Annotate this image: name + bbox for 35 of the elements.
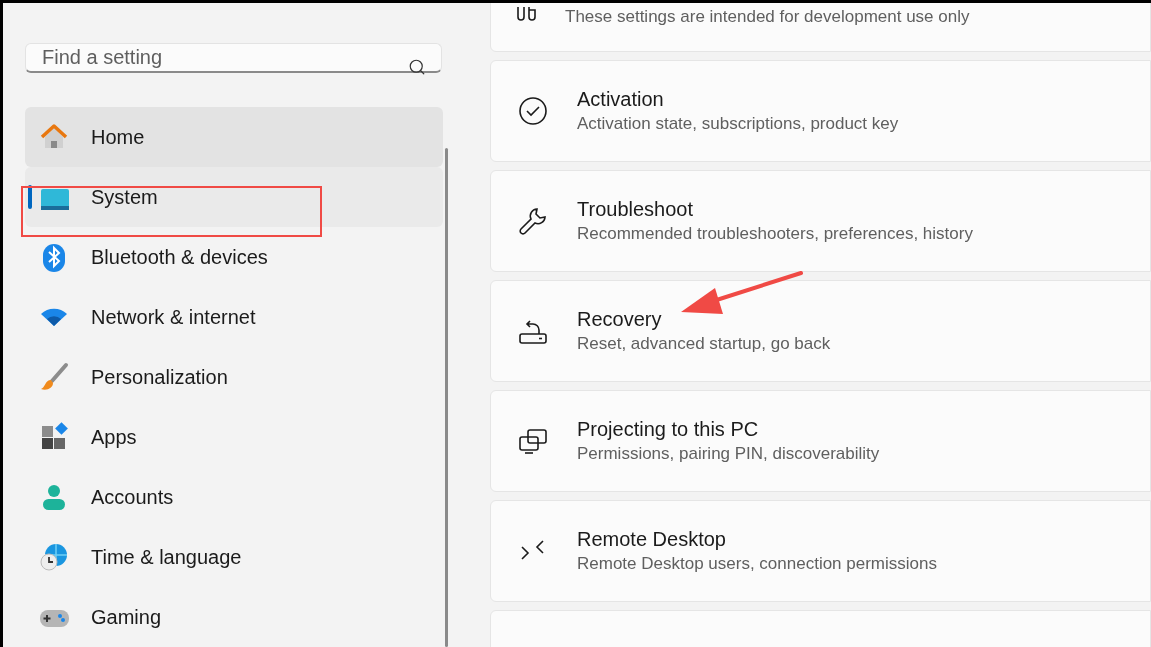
nav-item[interactable]: Gaming <box>25 587 443 647</box>
nav-item[interactable]: Accounts <box>25 467 443 527</box>
card-title: Remote Desktop <box>577 527 727 552</box>
card-description: Reset, advanced startup, go back <box>577 333 831 355</box>
settings-card[interactable]: Projecting to this PC Permissions, pairing PIN, discoverability <box>490 390 1151 492</box>
globe-clock-icon <box>39 542 69 572</box>
settings-card[interactable]: Activation Activation state, subscriptions, product key <box>490 60 1151 162</box>
search-icon <box>408 58 426 76</box>
settings-card[interactable]: These settings are intended for development use only <box>490 3 1151 52</box>
tools-icon <box>517 6 537 21</box>
settings-card[interactable]: Remote Desktop Remote Desktop users, connection permissions <box>490 500 1151 602</box>
card-description: Activation state, subscriptions, product key <box>577 113 899 135</box>
card-description: These settings are intended for development use only <box>565 6 970 28</box>
nav-item[interactable]: Time & language <box>25 527 443 587</box>
card-title: Troubleshoot <box>577 197 694 222</box>
card-description: Permissions, pairing PIN, discoverability <box>577 443 880 465</box>
card-description: Remote Desktop users, connection permissions <box>577 553 937 575</box>
checkmark-circle-icon <box>517 95 549 127</box>
paintbrush-icon <box>39 362 69 392</box>
nav-item[interactable]: Personalization <box>25 347 443 407</box>
nav-item[interactable]: Apps <box>25 407 443 467</box>
card-title: Projecting to this PC <box>577 417 760 442</box>
search-field[interactable]: Find a setting <box>25 43 442 73</box>
selection-indicator <box>28 185 32 209</box>
nav-item[interactable]: Bluetooth & devices <box>25 227 443 287</box>
settings-card[interactable]: Troubleshoot Recommended troubleshooters, preferences, history <box>490 170 1151 272</box>
wrench-icon <box>517 205 549 237</box>
nav-item[interactable]: Network & internet <box>25 287 443 347</box>
card-title: Activation <box>577 87 665 112</box>
settings-card[interactable]: Recovery Reset, advanced startup, go back <box>490 280 1151 382</box>
nav-item[interactable]: System <box>25 167 443 227</box>
card-description: Recommended troubleshooters, preferences, history <box>577 223 973 245</box>
apps-icon <box>39 422 69 452</box>
nav-item[interactable]: Home <box>25 107 443 167</box>
card-title: Recovery <box>577 307 663 332</box>
